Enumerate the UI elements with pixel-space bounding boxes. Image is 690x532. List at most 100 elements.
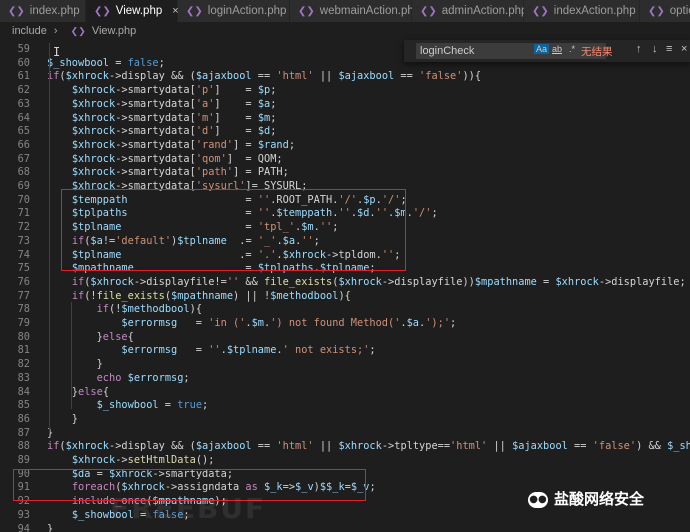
line-number: 71 [17,207,30,220]
line-number: 63 [17,97,30,110]
code-line[interactable]: 67 $xhrock->smartydata['qom'] = QOM; [0,153,690,167]
line-number: 72 [17,221,30,234]
code-line[interactable]: 62 $xhrock->smartydata['p'] = $p; [0,84,690,98]
line-number: 66 [17,138,30,151]
line-number: 89 [17,454,30,466]
code-line[interactable]: 61 if($xhrock->display && ($ajaxbool == '… [0,70,690,84]
code-line[interactable]: 88 if($xhrock->display && ($ajaxbool == '… [0,440,690,454]
indent-guide [49,43,50,433]
line-number: 81 [17,344,30,357]
tab-label: optionMo [669,5,690,17]
code-line[interactable]: 76 if($xhrock->displayfile!='' && file_e… [0,276,690,290]
line-number: 94 [17,522,30,532]
code-text: if($xhrock->displayfile!='' && file_exis… [71,275,686,288]
tab-loginaction[interactable]: ❮❯ loginAction.php [178,0,290,22]
next-match-icon[interactable]: ↓ [652,43,658,55]
line-number: 67 [17,152,30,165]
code-line[interactable]: 65 $xhrock->smartydata['d'] = $d; [0,125,690,139]
code-text: if(!file_exists($mpathname) || !$methodb… [71,289,351,302]
code-line[interactable]: 78 if(!$methodbool){ [0,303,690,317]
highlight-box-template-path [61,189,406,271]
line-number: 75 [17,262,30,275]
code-line[interactable]: 63 $xhrock->smartydata['a'] = $a; [0,98,690,112]
watermark-faint: FREEBUF [110,492,267,525]
code-text: $xhrock->smartydata['p'] = $p; [71,84,277,97]
breadcrumb: include › ❮❯ View.php [0,22,690,40]
line-number: 64 [17,111,30,124]
editor-tab-bar: ❮❯ index.php ❮❯ View.php × ❮❯ loginAction.php ❮… [0,0,690,22]
line-number: 61 [17,70,30,83]
code-text: }else{ [47,385,110,398]
code-text: $_showbool = false; [47,56,165,69]
code-text: $errormsg = ''.$tplname.' not exists;'; [121,344,376,357]
code-line[interactable]: 81 $errormsg = ''.$tplname.' not exists;… [0,344,690,358]
tab-webmainaction[interactable]: ❮❯ webmainAction.php [290,0,420,22]
php-file-icon: ❮❯ [94,6,111,17]
breadcrumb-file[interactable]: View.php [92,25,136,37]
code-line[interactable]: 85 $_showbool = true; [0,399,690,413]
tab-view[interactable]: ❮❯ View.php × [86,0,179,22]
php-file-icon: ❮❯ [648,6,665,17]
tab-label: loginAction.php [207,5,287,17]
tab-label: View.php [115,5,163,17]
tab-adminaction[interactable]: ❮❯ adminAction.php [412,0,527,22]
breadcrumb-folder[interactable]: include [12,25,47,37]
find-input[interactable]: loginCheck [416,43,606,59]
line-number: 59 [17,43,30,55]
tab-optionmo[interactable]: ❮❯ optionMo [640,0,690,22]
tab-index[interactable]: ❮❯ index.php [0,0,86,22]
code-line[interactable]: 89 $xhrock->setHtmlData(); [0,454,690,468]
code-line[interactable]: 83 echo $errormsg; [0,372,690,386]
php-file-icon: ❮❯ [70,26,86,36]
code-text: }else{ [47,330,134,343]
code-line[interactable]: 86 } [0,413,690,427]
match-case-toggle[interactable]: Aa [534,44,550,54]
line-number: 68 [17,166,30,179]
previous-match-icon[interactable]: ↑ [636,43,642,55]
regex-toggle[interactable]: .* [569,44,575,54]
line-number: 60 [17,56,30,69]
tab-indexaction[interactable]: ❮❯ indexAction.php [524,0,640,22]
whole-word-toggle[interactable]: ab [552,44,562,54]
code-line[interactable]: 77 if(!file_exists($mpathname) || !$meth… [0,290,690,304]
code-line[interactable]: 87} [0,427,690,441]
line-number: 84 [17,385,30,398]
line-number: 73 [17,234,30,247]
line-number: 85 [17,399,30,412]
line-number: 77 [17,289,30,302]
code-line[interactable]: 82 } [0,358,690,372]
line-number: 87 [17,426,30,439]
watermark: ●● 盐酸网络安全 [528,485,644,513]
php-file-icon: ❮❯ [420,6,437,17]
find-in-selection-icon[interactable]: ≡ [666,43,672,55]
code-line[interactable]: 66 $xhrock->smartydata['rand'] = $rand; [0,139,690,153]
tab-label: index.php [29,5,80,17]
code-text: if($xhrock->display && ($ajaxbool == 'ht… [47,70,482,83]
tab-label: adminAction.php [441,5,528,17]
close-icon[interactable]: × [681,43,687,55]
code-editor[interactable]: 59 60 $_showbool = false; 61 if($xhrock->dis… [0,40,690,532]
code-line[interactable]: 80 }else{ [0,331,690,345]
line-number: 83 [17,371,30,384]
find-widget: loginCheck Aa ab .* 无结果 ↑ ↓ ≡ × [404,40,690,62]
line-number: 65 [17,125,30,138]
code-text: $xhrock->smartydata['rand'] = $rand; [71,138,296,151]
code-text: $xhrock->smartydata['d'] = $d; [71,125,277,138]
wechat-icon: ●● [528,491,548,508]
code-text: $errormsg = 'in ('.$m.') not found Metho… [121,317,457,329]
indent-guide [71,302,72,409]
code-line[interactable]: 79 $errormsg = 'in ('.$m.') not found Me… [0,317,690,331]
code-line[interactable]: 64 $xhrock->smartydata['m'] = $m; [0,112,690,126]
code-line[interactable]: 84 }else{ [0,386,690,400]
line-number: 70 [17,193,30,206]
line-number: 82 [17,358,30,371]
watermark-text: 盐酸网络安全 [554,490,645,508]
code-text: $xhrock->smartydata['m'] = $m; [71,111,277,124]
code-line[interactable]: 94} [0,523,690,532]
line-number: 74 [17,248,30,261]
line-number: 88 [17,440,30,453]
code-text: } [47,426,54,439]
code-line[interactable]: 68 $xhrock->smartydata['path'] = PATH; [0,166,690,180]
breadcrumb-separator-icon: › [53,25,58,37]
line-number: 79 [17,317,30,329]
